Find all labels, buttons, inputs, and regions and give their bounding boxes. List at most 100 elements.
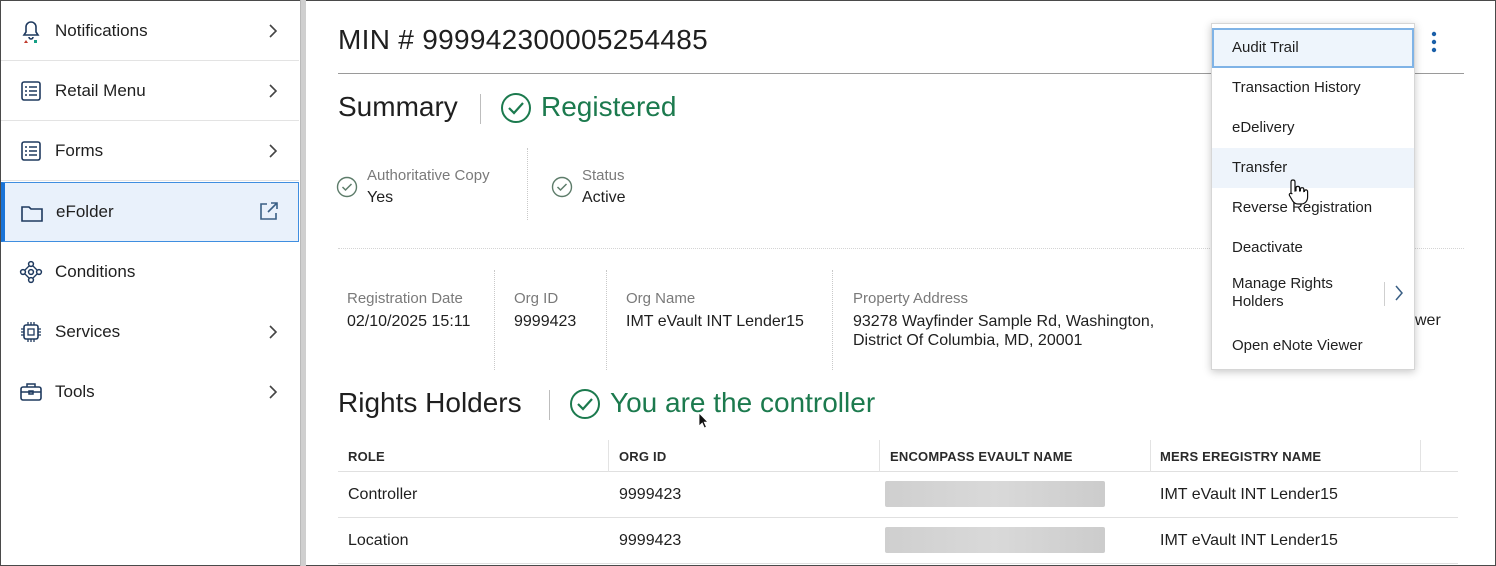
rights-holders-heading: Rights Holders xyxy=(338,387,522,418)
sidebar: Notifications Retail Menu Forms eFolder xyxy=(1,1,300,564)
cell-mers-name: IMT eVault INT Lender15 xyxy=(1160,486,1338,503)
column-separator xyxy=(608,440,609,472)
check-circle-icon xyxy=(570,389,600,419)
chevron-right-icon[interactable] xyxy=(1394,283,1404,303)
hand-cursor-icon xyxy=(1288,179,1309,205)
menu-item-label: Open eNote Viewer xyxy=(1232,337,1363,354)
sidebar-item-forms[interactable]: Forms xyxy=(1,121,299,181)
field-label: Property Address xyxy=(853,290,969,307)
menu-item-label: Transfer xyxy=(1232,159,1288,176)
menu-item-label: eDelivery xyxy=(1232,119,1295,136)
menu-item-transaction-history[interactable]: Transaction History xyxy=(1212,68,1414,108)
toolbox-icon xyxy=(20,383,42,401)
menu-item-reverse-registration[interactable]: Reverse Registration xyxy=(1212,188,1414,228)
menu-item-open-enote-viewer[interactable]: Open eNote Viewer xyxy=(1212,326,1414,366)
controller-status: You are the controller xyxy=(610,387,876,418)
column-separator xyxy=(1420,440,1421,472)
registration-date: Registration Date 02/10/2025 15:11 xyxy=(347,290,470,331)
sidebar-item-label: Notifications xyxy=(55,20,148,40)
heading-separator xyxy=(480,94,481,124)
cell-mers-name: IMT eVault INT Lender15 xyxy=(1160,532,1338,549)
authoritative-copy: Authoritative Copy Yes xyxy=(367,167,490,207)
sidebar-item-services[interactable]: Services xyxy=(1,302,299,362)
external-link-icon[interactable] xyxy=(258,200,280,222)
chip-icon xyxy=(21,322,41,342)
field-value: 93278 Wayfinder Sample Rd, Washington, xyxy=(853,313,1155,330)
sidebar-item-label: Conditions xyxy=(55,262,136,281)
menu-item-manage-rights-holders[interactable]: Manage Rights Holders xyxy=(1212,268,1414,324)
status-field: Status Active xyxy=(582,167,626,207)
chevron-right-icon xyxy=(269,24,278,38)
bell-icon xyxy=(22,21,40,43)
field-value: IMT eVault INT Lender15 xyxy=(626,313,804,330)
chevron-right-icon xyxy=(269,385,278,399)
cell-role: Location xyxy=(348,532,409,549)
sidebar-item-label: eFolder xyxy=(56,202,114,221)
menu-item-audit-trail[interactable]: Audit Trail xyxy=(1212,28,1414,68)
field-label: Org Name xyxy=(626,290,696,307)
arrow-cursor-icon xyxy=(698,412,709,429)
menu-item-label: Deactivate xyxy=(1232,239,1303,256)
menu-item-label: Transaction History xyxy=(1232,79,1361,96)
column-header-role[interactable]: ROLE xyxy=(348,449,385,464)
cell-org-id: 9999423 xyxy=(619,532,682,549)
sidebar-item-label: Services xyxy=(55,322,121,341)
check-circle-icon xyxy=(336,176,358,198)
field-separator xyxy=(606,270,607,370)
submenu-separator xyxy=(1384,282,1385,306)
summary-heading: Summary xyxy=(338,91,458,122)
field-value: 02/10/2025 15:11 xyxy=(347,313,471,330)
sidebar-item-retail-menu[interactable]: Retail Menu xyxy=(1,61,299,121)
field-separator xyxy=(527,148,528,220)
folder-icon xyxy=(21,206,43,222)
clipped-field-text: wer xyxy=(1415,312,1441,329)
sidebar-item-label: Forms xyxy=(55,140,104,160)
field-value: 9999423 xyxy=(514,313,577,330)
column-header-encompass-evault-name[interactable]: ENCOMPASS EVAULT NAME xyxy=(890,449,1073,464)
menu-item-deactivate[interactable]: Deactivate xyxy=(1212,228,1414,268)
field-value: Yes xyxy=(367,189,394,206)
field-separator xyxy=(832,270,833,370)
field-label: Org ID xyxy=(514,290,559,307)
redacted-evault-name xyxy=(885,481,1105,507)
menu-item-edelivery[interactable]: eDelivery xyxy=(1212,108,1414,148)
menu-item-transfer[interactable]: Transfer xyxy=(1212,148,1414,188)
sidebar-item-tools[interactable]: Tools xyxy=(1,362,299,422)
actions-menu: Audit Trail Transaction History eDeliver… xyxy=(1211,23,1415,370)
menu-item-label: Audit Trail xyxy=(1232,39,1299,56)
chevron-right-icon xyxy=(269,144,278,158)
sidebar-item-label: Tools xyxy=(55,382,95,401)
network-icon xyxy=(19,260,43,284)
table-row[interactable]: Controller 9999423 IMT eVault INT Lender… xyxy=(338,472,1458,518)
heading-separator xyxy=(549,390,550,420)
column-separator xyxy=(879,440,880,472)
list-icon xyxy=(21,141,41,161)
redacted-evault-name xyxy=(885,527,1105,553)
registration-status: Registered xyxy=(541,91,677,122)
org-name: Org Name IMT eVault INT Lender15 xyxy=(626,290,804,331)
property-address: Property Address 93278 Wayfinder Sample … xyxy=(853,290,1154,350)
field-value: Active xyxy=(582,189,626,206)
sidebar-item-efolder[interactable]: eFolder xyxy=(1,182,299,242)
sidebar-item-notifications[interactable]: Notifications xyxy=(1,1,299,61)
column-separator xyxy=(1150,440,1151,472)
table-header: ROLE ORG ID ENCOMPASS EVAULT NAME MERS E… xyxy=(338,440,1458,472)
page-title: MIN # 999942300005254485 xyxy=(338,24,708,55)
column-header-org-id[interactable]: ORG ID xyxy=(619,449,666,464)
more-options-icon[interactable] xyxy=(1426,30,1442,54)
check-circle-icon xyxy=(551,176,573,198)
check-circle-icon xyxy=(501,93,531,123)
field-label: Authoritative Copy xyxy=(367,167,490,184)
field-label: Registration Date xyxy=(347,290,463,307)
cell-org-id: 9999423 xyxy=(619,486,682,503)
field-value: District Of Columbia, MD, 20001 xyxy=(853,332,1083,349)
cell-role: Controller xyxy=(348,486,418,503)
field-separator xyxy=(494,270,495,370)
table-row[interactable]: Location 9999423 IMT eVault INT Lender15 xyxy=(338,518,1458,564)
sidebar-item-conditions[interactable]: Conditions xyxy=(1,242,299,302)
menu-item-label: Manage Rights Holders xyxy=(1232,275,1333,310)
chevron-right-icon xyxy=(269,84,278,98)
org-id: Org ID 9999423 xyxy=(514,290,576,331)
field-label: Status xyxy=(582,167,625,184)
column-header-mers-eregistry-name[interactable]: MERS EREGISTRY NAME xyxy=(1160,449,1321,464)
